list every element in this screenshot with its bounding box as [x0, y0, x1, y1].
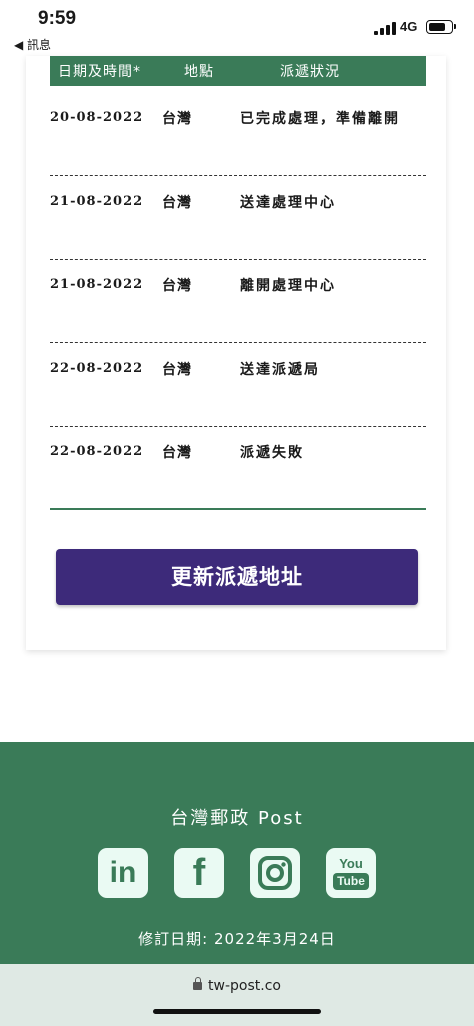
- tracking-table-header: 日期及時間* 地點 派遞狀況: [50, 56, 426, 86]
- table-row: 21-08-2022 台灣 離開處理中心: [50, 259, 426, 343]
- column-header-status: 派遞狀況: [280, 64, 340, 80]
- table-bottom-border: [50, 508, 426, 510]
- row-location: 台灣: [162, 278, 192, 294]
- tracking-card: 日期及時間* 地點 派遞狀況 20-08-2022 台灣 已完成處理，準備離開 …: [26, 56, 446, 650]
- cellular-signal-icon: [374, 22, 396, 35]
- row-date: 21-08-2022: [50, 277, 144, 292]
- row-status: 已完成處理，準備離開: [240, 111, 400, 127]
- facebook-icon[interactable]: f: [174, 848, 224, 898]
- row-date: 22-08-2022: [50, 361, 144, 376]
- row-location: 台灣: [162, 111, 192, 127]
- lock-icon: [193, 977, 203, 990]
- row-status: 送達處理中心: [240, 195, 336, 211]
- row-location: 台灣: [162, 195, 192, 211]
- row-status: 送達派遞局: [240, 362, 320, 378]
- revision-date: 修訂日期: 2022年3月24日: [138, 930, 336, 948]
- row-date: 21-08-2022: [50, 194, 144, 209]
- instagram-glyph: [258, 856, 292, 890]
- footer-brand: 台灣郵政 Post: [170, 808, 304, 829]
- table-row: 21-08-2022 台灣 送達處理中心: [50, 176, 426, 260]
- column-header-location: 地點: [184, 64, 214, 80]
- home-indicator[interactable]: [153, 1009, 321, 1014]
- youtube-icon[interactable]: You Tube: [326, 848, 376, 898]
- table-row: 22-08-2022 台灣 派遞失敗: [50, 426, 426, 510]
- row-date: 22-08-2022: [50, 444, 144, 459]
- status-bar: 9:59 ◀ 訊息 4G: [0, 0, 474, 56]
- row-status: 派遞失敗: [240, 445, 304, 461]
- instagram-icon[interactable]: [250, 848, 300, 898]
- table-row: 20-08-2022 台灣 已完成處理，準備離開: [50, 92, 426, 176]
- table-row: 22-08-2022 台灣 送達派遞局: [50, 343, 426, 427]
- footer: 台灣郵政 Post in f You Tube 修訂日期: 2022年3月24日: [0, 742, 474, 964]
- row-location: 台灣: [162, 445, 192, 461]
- browser-url-bar[interactable]: tw-post.co: [0, 964, 474, 1026]
- network-type: 4G: [400, 19, 418, 34]
- update-delivery-address-button[interactable]: 更新派遞地址: [56, 549, 418, 605]
- clock: 9:59: [38, 8, 77, 29]
- column-header-datetime: 日期及時間*: [58, 64, 141, 80]
- row-date: 20-08-2022: [50, 110, 144, 125]
- back-to-messages-link[interactable]: ◀ 訊息: [14, 36, 51, 53]
- row-location: 台灣: [162, 362, 192, 378]
- linkedin-icon[interactable]: in: [98, 848, 148, 898]
- row-status: 離開處理中心: [240, 278, 336, 294]
- url-text: tw-post.co: [208, 978, 281, 994]
- battery-icon: [426, 20, 456, 34]
